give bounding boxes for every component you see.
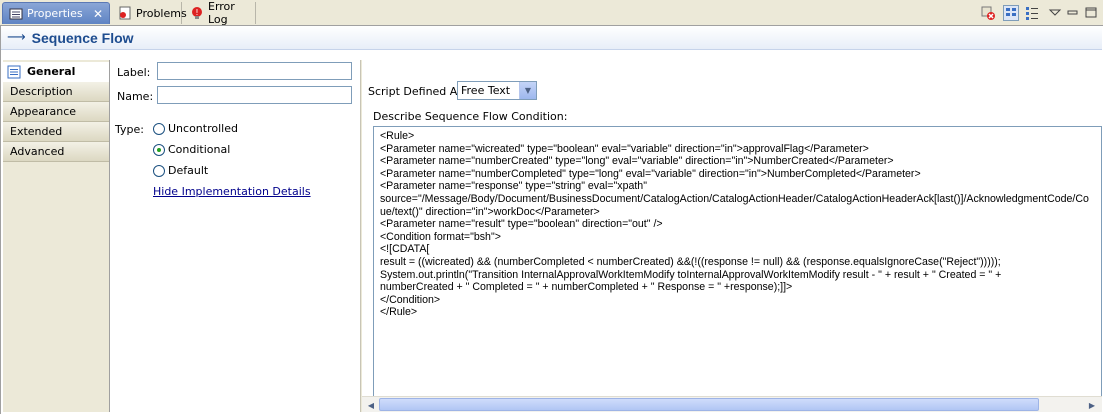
label-input[interactable] bbox=[157, 62, 352, 80]
svg-text:!: ! bbox=[195, 8, 198, 17]
radio-button[interactable] bbox=[153, 122, 165, 135]
tab-error-log-label: Error Log bbox=[208, 0, 235, 26]
radio-conditional[interactable]: Conditional bbox=[153, 143, 230, 156]
scroll-left-icon[interactable]: ◀ bbox=[363, 398, 379, 412]
radio-button[interactable] bbox=[153, 164, 165, 177]
property-tabs: General Description Appearance Extended … bbox=[3, 60, 110, 412]
page-title: Sequence Flow bbox=[31, 29, 134, 46]
type-label: Type: bbox=[115, 123, 144, 136]
condition-line: <Rule> bbox=[380, 130, 415, 142]
tab-properties-label: Properties bbox=[27, 7, 83, 20]
tab-problems-label: Problems bbox=[136, 6, 187, 20]
maximize-icon[interactable] bbox=[1083, 5, 1099, 21]
radio-default[interactable]: Default bbox=[153, 164, 208, 177]
sidebar-item-label: Appearance bbox=[10, 105, 77, 118]
condition-line: <Parameter name="numberCompleted" type="… bbox=[380, 167, 921, 180]
script-defined-label: Script Defined As: bbox=[368, 85, 467, 98]
minimize-icon[interactable] bbox=[1065, 5, 1081, 21]
condition-line: </Rule> bbox=[380, 306, 418, 319]
scroll-right-icon[interactable]: ▶ bbox=[1084, 398, 1100, 412]
condition-line: <![CDATA[ bbox=[380, 243, 430, 256]
show-advanced-icon[interactable] bbox=[1024, 5, 1040, 21]
condition-textarea[interactable]: <Rule> <Parameter name="wicreated" type="… bbox=[373, 126, 1102, 410]
radio-button[interactable] bbox=[153, 143, 165, 156]
condition-line: result = ((wicreated) && (numberComplete… bbox=[380, 255, 1001, 268]
properties-icon bbox=[9, 7, 23, 21]
view-menu-icon[interactable] bbox=[1047, 5, 1063, 21]
properties-panel: ⟶ Sequence Flow General Description Appe… bbox=[0, 26, 1103, 414]
condition-line: ue/text()" direction="in">workDoc</Param… bbox=[380, 205, 600, 218]
condition-text: <Rule> <Parameter name="wicreated" type="… bbox=[380, 130, 1089, 319]
sidebar-item-general[interactable]: General bbox=[3, 62, 109, 82]
condition-line: <Condition format="bsh"> bbox=[380, 230, 501, 243]
condition-line: source="/Message/Body/Document/BusinessD… bbox=[380, 192, 1089, 205]
show-categories-icon[interactable] bbox=[1003, 5, 1019, 21]
error-log-icon: ! bbox=[190, 6, 204, 20]
sidebar-item-label: Extended bbox=[10, 125, 63, 138]
tab-properties[interactable]: Properties ✕ bbox=[2, 2, 110, 24]
name-field-label: Name: bbox=[117, 90, 154, 103]
arrow-icon: ⟶ bbox=[7, 30, 26, 45]
script-type-select[interactable]: Free Text ▼ bbox=[457, 81, 537, 100]
sidebar-item-label: Advanced bbox=[10, 145, 65, 158]
scroll-thumb[interactable] bbox=[379, 398, 1039, 411]
chevron-down-icon[interactable]: ▼ bbox=[519, 82, 536, 99]
restore-defaults-icon[interactable] bbox=[980, 5, 996, 21]
condition-line: <Parameter name="wicreated" type="boolea… bbox=[380, 142, 869, 155]
tab-problems[interactable]: Problems bbox=[112, 2, 187, 24]
problems-icon bbox=[118, 6, 132, 20]
tab-error-log[interactable]: ! Error Log bbox=[184, 0, 256, 26]
sidebar-item-extended[interactable]: Extended bbox=[3, 122, 109, 142]
general-icon bbox=[7, 65, 21, 79]
sidebar-item-appearance[interactable]: Appearance bbox=[3, 102, 109, 122]
sidebar-item-label: General bbox=[27, 65, 76, 78]
horizontal-scrollbar[interactable]: ◀ ▶ bbox=[362, 396, 1102, 412]
view-tab-bar: Properties ✕ Problems ! Error Log bbox=[0, 0, 1103, 26]
name-input[interactable] bbox=[157, 86, 352, 104]
condition-line: </Condition> bbox=[380, 293, 441, 306]
condition-label: Describe Sequence Flow Condition: bbox=[373, 110, 568, 123]
sidebar-item-advanced[interactable]: Advanced bbox=[3, 142, 109, 162]
condition-line: <Parameter name="result" type="boolean" … bbox=[380, 218, 663, 231]
close-icon[interactable]: ✕ bbox=[93, 7, 103, 21]
implementation-section: Script Defined As: Free Text ▼ Describe … bbox=[362, 60, 1102, 412]
radio-label: Uncontrolled bbox=[168, 122, 238, 135]
section-title-bar: ⟶ Sequence Flow bbox=[1, 26, 1102, 50]
script-type-value: Free Text bbox=[461, 84, 511, 97]
general-form: Label: Name: Type: Uncontrolled Conditio… bbox=[110, 60, 360, 412]
condition-line: <Parameter name="numberCreated" type="lo… bbox=[380, 155, 894, 168]
radio-label: Default bbox=[168, 164, 209, 177]
radio-uncontrolled[interactable]: Uncontrolled bbox=[153, 122, 238, 135]
condition-line: <Parameter name="response" type="string"… bbox=[380, 180, 647, 193]
hide-implementation-link[interactable]: Hide Implementation Details bbox=[153, 185, 311, 198]
condition-line: numberCreated + " Completed = " + number… bbox=[380, 281, 793, 294]
sidebar-item-label: Description bbox=[10, 85, 73, 98]
condition-line: System.out.println("Transition InternalA… bbox=[380, 268, 1002, 281]
radio-label: Conditional bbox=[168, 143, 231, 156]
label-field-label: Label: bbox=[117, 66, 151, 79]
sidebar-item-description[interactable]: Description bbox=[3, 82, 109, 102]
